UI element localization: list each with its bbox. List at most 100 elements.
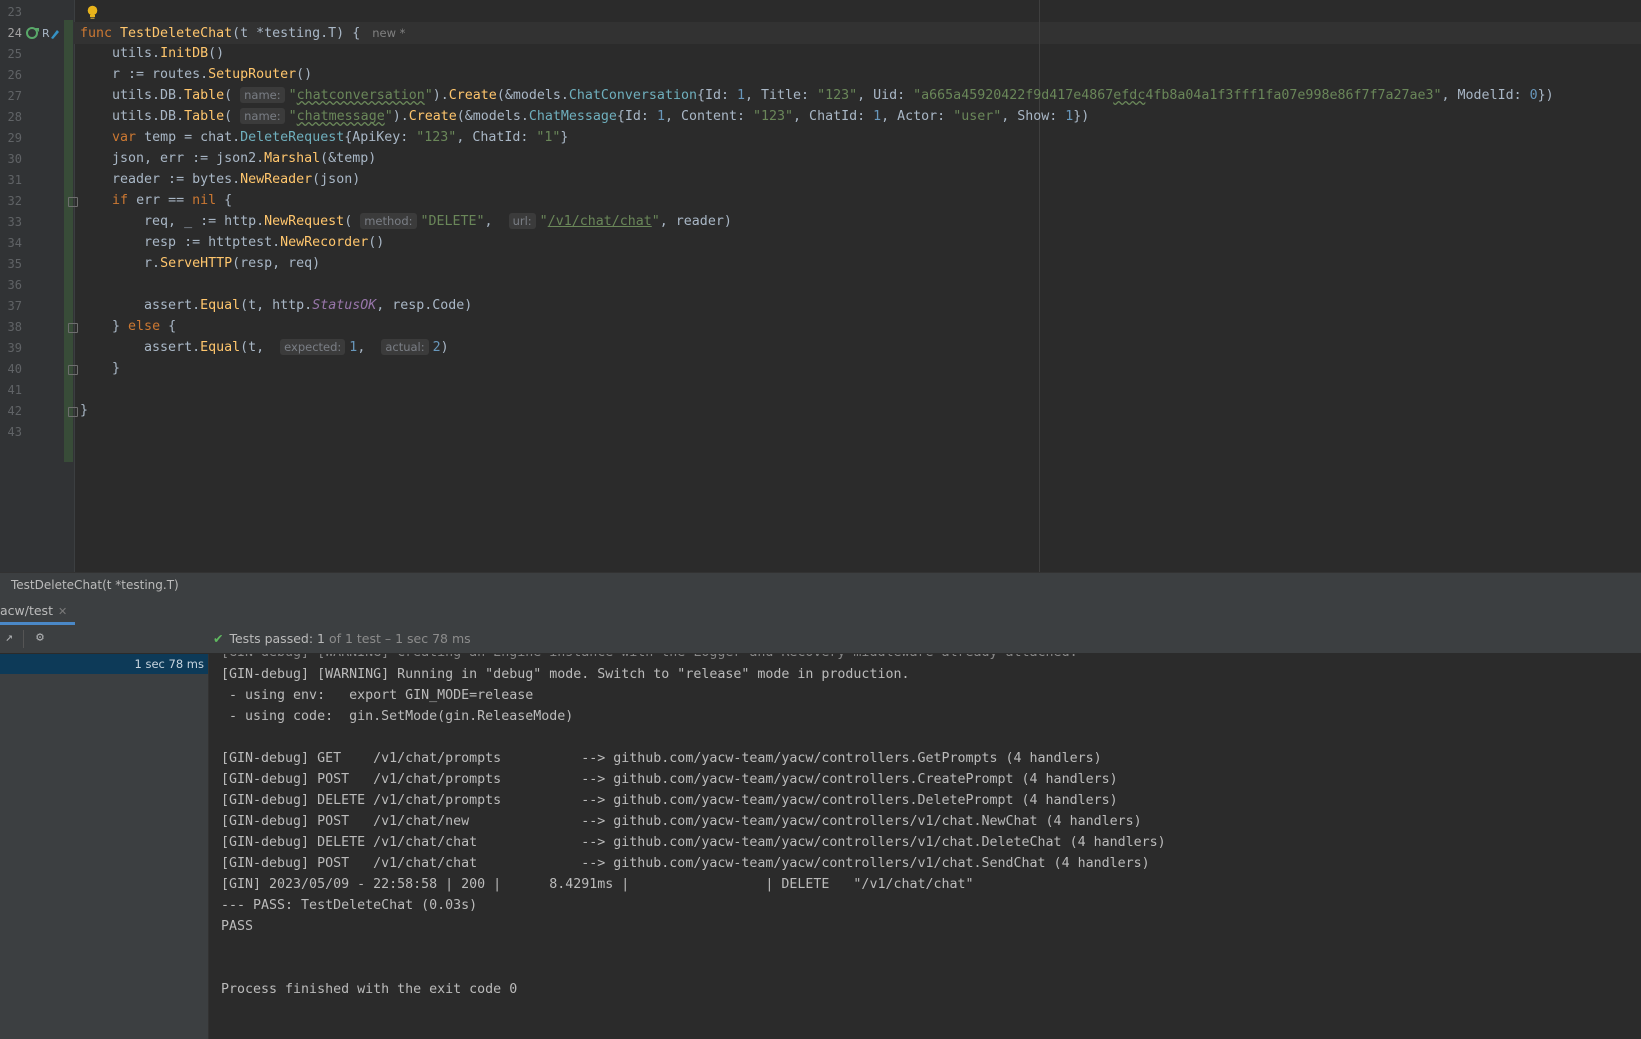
line-number: 42 (7, 404, 22, 418)
line-number: 36 (7, 278, 22, 292)
code-line[interactable]: 36 (0, 274, 1641, 296)
tab-run-config[interactable]: acw/test ✕ (0, 597, 76, 625)
code-token: , Content: (664, 109, 754, 124)
code-token: 0 (1529, 88, 1538, 103)
code-token: nil (192, 193, 217, 208)
code-text: utils.InitDB() (80, 43, 224, 65)
code-line[interactable]: 25 utils.InitDB() (0, 43, 1641, 65)
code-line[interactable]: 23 (0, 1, 1641, 23)
code-token: utils.DB. (80, 109, 185, 124)
code-token: , ChatId: (793, 109, 874, 124)
code-line[interactable]: 34 resp := httptest.NewRecorder() (0, 232, 1641, 254)
code-text: var temp = chat.DeleteRequest{ApiKey: "1… (80, 127, 568, 149)
test-tree-row[interactable]: 1 sec 78 ms (0, 654, 208, 674)
code-line[interactable]: 24 func TestDeleteChat(t *testing.T) {new… (0, 22, 1641, 44)
line-number: 29 (7, 131, 22, 145)
parameter-hint: expected: (280, 339, 346, 355)
code-token: (json) (312, 172, 361, 187)
code-token: "1" (536, 130, 561, 145)
code-token: Equal (200, 340, 241, 355)
code-line[interactable]: 42} (0, 400, 1641, 422)
code-line[interactable]: 31 reader := bytes.NewReader(json) (0, 169, 1641, 191)
code-token: ). (392, 109, 409, 124)
code-token: resp := httptest. (80, 235, 281, 250)
code-line[interactable]: 30 json, err := json2.Marshal(&temp) (0, 148, 1641, 170)
code-token: " (384, 109, 393, 124)
code-line[interactable]: 41 (0, 379, 1641, 401)
code-token: ). (432, 88, 449, 103)
code-token: , ModelId: (1441, 88, 1530, 103)
code-line[interactable]: 37 assert.Equal(t, http.StatusOK, resp.C… (0, 295, 1641, 317)
code-line[interactable]: 28 utils.DB.Table( name: "chatmessage").C… (0, 106, 1641, 128)
code-line[interactable]: 33 req, _ := http.NewRequest( method: "DE… (0, 211, 1641, 233)
line-number: 41 (7, 383, 22, 397)
console-line: [GIN-debug] [WARNING] Running in "debug"… (221, 667, 910, 682)
fold-marker-icon[interactable] (68, 365, 78, 375)
code-token: SetupRouter (208, 67, 297, 82)
code-token: r. (80, 256, 161, 271)
parameter-hint: url: (508, 213, 536, 229)
code-token: { (160, 319, 177, 334)
fold-marker-icon[interactable] (68, 407, 78, 417)
code-token: () (296, 67, 313, 82)
code-line[interactable]: 39 assert.Equal(t, expected: 1, actual: 2) (0, 337, 1641, 359)
code-token: , resp.Code) (376, 298, 473, 313)
close-icon[interactable]: ✕ (58, 605, 67, 618)
code-token: " (424, 88, 433, 103)
open-external-icon[interactable]: ↗ (1, 630, 17, 646)
console-output[interactable]: [GIN-debug] [WARNING] Creating an Engine… (209, 654, 1641, 1039)
code-token: 1 (656, 109, 665, 124)
code-text: req, _ := http.NewRequest( method: "DELET… (80, 211, 732, 233)
code-token: ( (344, 214, 361, 229)
code-token: efdc (1113, 88, 1146, 103)
code-token: } (80, 361, 121, 376)
code-line[interactable]: 26 r := routes.SetupRouter() (0, 64, 1641, 86)
code-token: "123" (753, 109, 794, 124)
code-token: Table (184, 109, 225, 124)
code-token: else (128, 319, 161, 334)
fold-marker-icon[interactable] (68, 323, 78, 333)
code-token: InitDB (160, 46, 209, 61)
test-status: ✔ Tests passed: 1 of 1 test – 1 sec 78 ms (213, 625, 471, 653)
code-text: func TestDeleteChat(t *testing.T) {new * (80, 22, 405, 45)
code-token: { (216, 193, 233, 208)
code-token: StatusOK (312, 298, 377, 313)
line-number: 35 (7, 257, 22, 271)
code-line[interactable]: 27 utils.DB.Table( name: "chatconversatio… (0, 85, 1641, 107)
code-editor[interactable]: R 23 24 func TestDeleteChat(t *testing.T) … (0, 0, 1641, 572)
line-number: 31 (7, 173, 22, 187)
breadcrumb[interactable]: TestDeleteChat(t *testing.T) (0, 572, 1641, 597)
status-detail: of 1 test – 1 sec 78 ms (328, 631, 471, 646)
code-line[interactable]: 40 } (0, 358, 1641, 380)
code-token: ServeHTTP (160, 256, 233, 271)
code-token: 1 (873, 109, 882, 124)
code-token: TestDeleteChat (120, 26, 233, 41)
test-tree[interactable]: 1 sec 78 ms (0, 654, 209, 1039)
console-line: [GIN-debug] POST /v1/chat/prompts --> gi… (221, 772, 1118, 787)
gear-icon[interactable]: ⚙ (32, 630, 48, 646)
code-line[interactable]: 38 } else { (0, 316, 1641, 338)
code-line[interactable]: 35 r.ServeHTTP(resp, req) (0, 253, 1641, 275)
fold-marker-icon[interactable] (68, 197, 78, 207)
code-line[interactable]: 43 (0, 421, 1641, 443)
code-text: assert.Equal(t, http.StatusOK, resp.Code… (80, 295, 472, 317)
line-number: 34 (7, 236, 22, 250)
code-token: NewReader (240, 172, 313, 187)
console-line: [GIN-debug] POST /v1/chat/new --> github… (221, 814, 1142, 829)
run-toolbar: ↗ ⚙ ✔ Tests passed: 1 of 1 test – 1 sec 7… (0, 625, 1641, 654)
code-line[interactable]: 32 if err == nil { (0, 190, 1641, 212)
code-token: "123" (416, 130, 457, 145)
test-duration: 1 sec 78 ms (134, 657, 205, 671)
code-text: resp := httptest.NewRecorder() (80, 232, 384, 254)
code-token: () (208, 46, 225, 61)
code-token: (&models. (496, 88, 569, 103)
code-text: json, err := json2.Marshal(&temp) (80, 148, 376, 170)
code-token: (t *testing.T) { (232, 26, 361, 41)
code-line[interactable]: 29 var temp = chat.DeleteRequest{ApiKey:… (0, 127, 1641, 149)
breadcrumb-item[interactable]: TestDeleteChat(t *testing.T) (11, 578, 179, 592)
code-token: Table (184, 88, 225, 103)
code-token: " (288, 109, 297, 124)
code-token: {ApiKey: (344, 130, 417, 145)
code-token: Create (448, 88, 497, 103)
